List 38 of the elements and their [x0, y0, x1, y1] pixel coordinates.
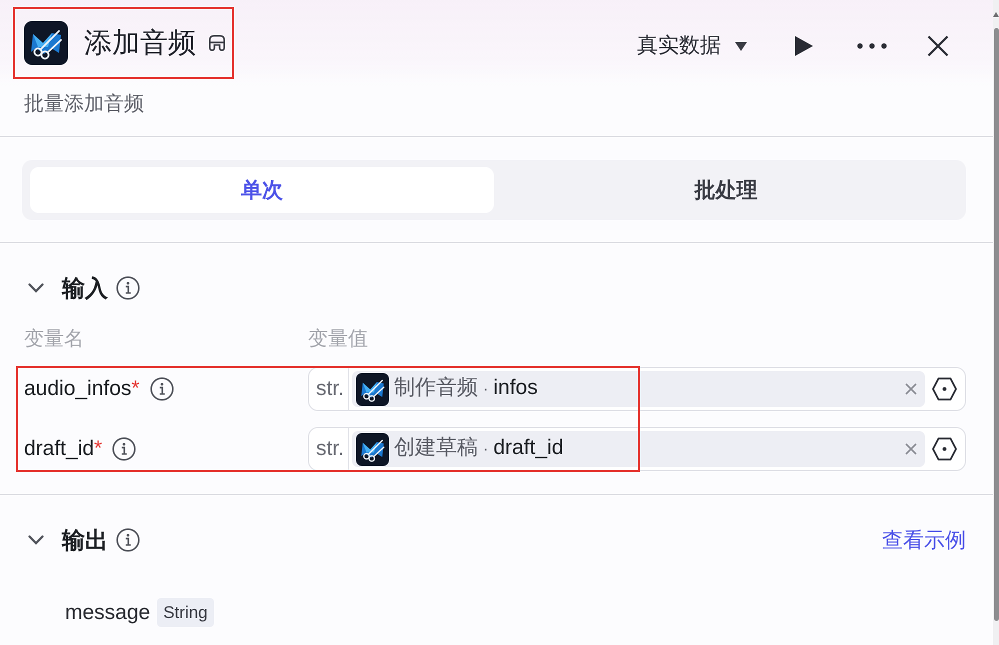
scissors-logo-icon [356, 432, 390, 466]
scrollbar-thumb[interactable] [994, 28, 998, 621]
clear-icon[interactable] [905, 383, 917, 395]
caret-down-icon [735, 42, 747, 50]
view-example-link[interactable]: 查看示例 [882, 526, 966, 554]
section-title: 输入 [62, 274, 108, 302]
column-header: 变量值 [308, 327, 368, 352]
scroll-up-arrow-icon[interactable] [993, 12, 999, 17]
variable-name: draft_id* [24, 436, 102, 462]
output-name: message [65, 600, 150, 626]
info-icon[interactable] [112, 437, 136, 461]
mode-tab[interactable]: 批处理 [494, 167, 958, 213]
info-icon[interactable] [116, 276, 140, 300]
node-title: 添加音频 [84, 26, 196, 60]
variable-name: audio_infos* [24, 376, 140, 402]
node-description: 批量添加音频 [24, 92, 144, 117]
clear-icon[interactable] [905, 443, 917, 455]
type-label: str. [316, 428, 350, 470]
reference-text: 创建草稿 · draft_id [394, 435, 564, 461]
scissors-logo-icon [24, 21, 68, 65]
scissors-logo-icon [356, 372, 390, 406]
type-label: str. [316, 368, 350, 410]
type-tag: String [157, 598, 214, 627]
variable-value-field[interactable]: str. 创建草稿 · draft_id [308, 427, 966, 471]
info-icon[interactable] [116, 528, 140, 552]
column-header: 变量名 [24, 327, 84, 352]
reference-text: 制作音频 · infos [394, 375, 538, 401]
mode-tab[interactable]: 单次 [30, 167, 494, 213]
variable-value-field[interactable]: str. 制作音频 · infos [308, 367, 966, 411]
chevron-down-icon[interactable] [28, 283, 44, 293]
close-icon[interactable] [927, 35, 949, 57]
more-icon[interactable] [857, 43, 887, 49]
data-source-dropdown[interactable]: 真实数据 [637, 32, 747, 60]
info-icon[interactable] [150, 377, 174, 401]
section-title: 输出 [62, 526, 108, 554]
play-icon[interactable] [795, 36, 813, 56]
tooth-icon [208, 34, 226, 52]
chevron-down-icon[interactable] [28, 535, 44, 545]
